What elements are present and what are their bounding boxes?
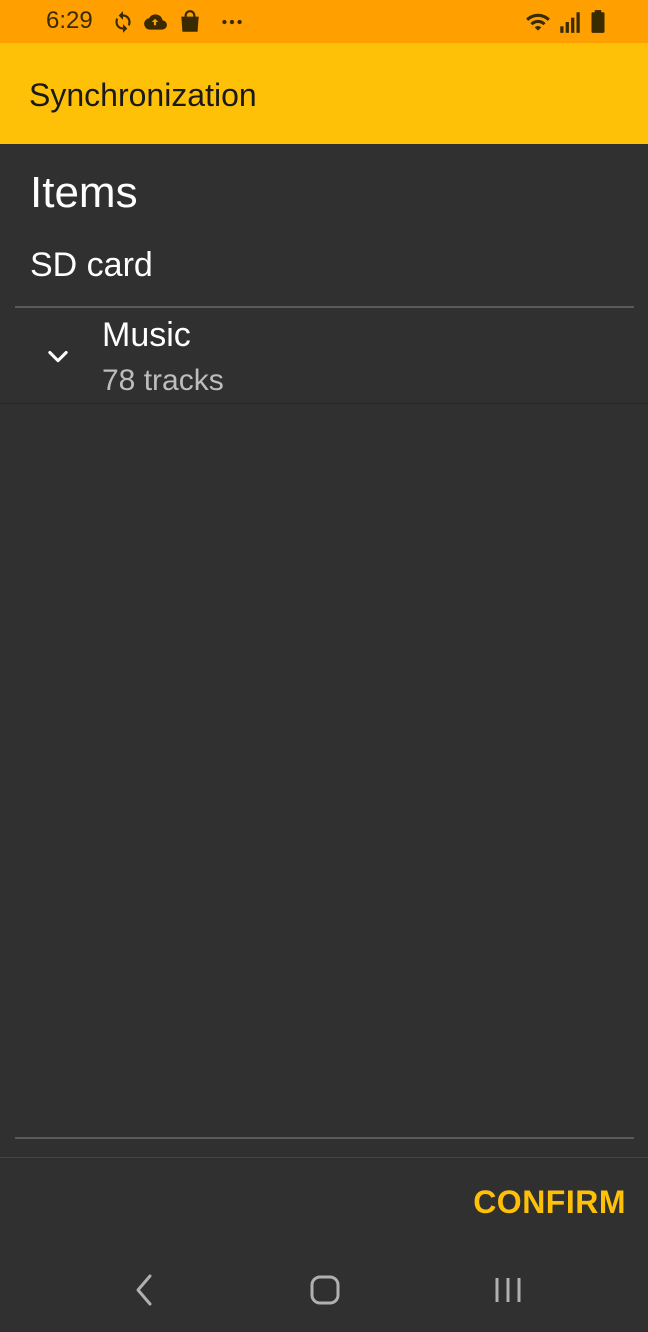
item-name: Music (102, 316, 191, 354)
page-title: Synchronization (29, 77, 257, 113)
screen: 6:29 Synchronization Items SD card Music… (0, 0, 648, 1332)
shopping-bag-icon (181, 10, 199, 32)
home-icon[interactable] (305, 1270, 345, 1310)
section-title: Items (30, 168, 138, 217)
status-bar: 6:29 (0, 0, 648, 43)
storage-label: SD card (30, 246, 153, 284)
battery-icon (591, 10, 605, 33)
item-subtitle: 78 tracks (102, 364, 224, 397)
back-icon[interactable] (124, 1270, 164, 1310)
more-dots-icon (222, 19, 242, 25)
divider (15, 1137, 634, 1139)
recent-apps-icon[interactable] (488, 1270, 528, 1310)
app-bar: Synchronization (0, 43, 648, 144)
chevron-down-icon[interactable] (44, 342, 72, 370)
action-bar-separator (0, 1157, 648, 1158)
cloud-icon (144, 14, 167, 30)
signal-icon (560, 12, 580, 33)
nav-bar (0, 1250, 648, 1332)
music-folder-item[interactable]: Music 78 tracks (0, 308, 648, 404)
sync-icon (115, 11, 131, 33)
confirm-button[interactable]: CONFIRM (473, 1184, 626, 1221)
status-time: 6:29 (46, 7, 93, 34)
wifi-icon (526, 13, 550, 31)
